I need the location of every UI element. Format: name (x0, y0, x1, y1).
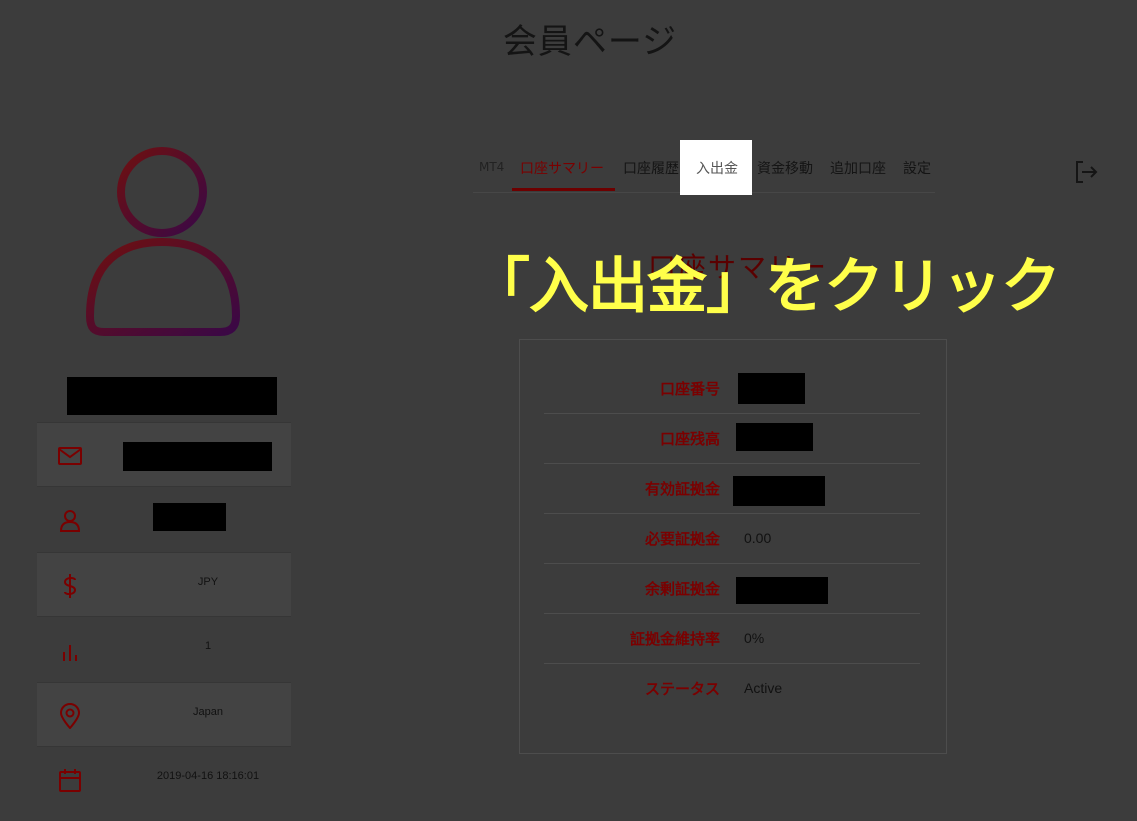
summary-row-free-margin: 余剰証拠金 (544, 564, 920, 614)
summary-label: 口座残高 (659, 430, 720, 448)
email-redacted (123, 442, 272, 471)
balance-redacted (736, 423, 813, 451)
tab-account-summary[interactable]: 口座サマリー (520, 158, 604, 178)
summary-row-required-margin: 必要証拠金 0.00 (544, 514, 920, 564)
tab-account-history[interactable]: 口座履歴 (623, 158, 679, 178)
summary-label: ステータス (644, 680, 720, 698)
page-title: 会員ページ (502, 22, 678, 62)
active-tab-indicator (512, 188, 615, 191)
tab-additional-account[interactable]: 追加口座 (830, 158, 886, 178)
info-row-user (37, 487, 291, 552)
user-icon (59, 510, 81, 532)
summary-label: 余剰証拠金 (644, 580, 720, 598)
username-redacted (153, 503, 226, 531)
member-page: 会員ページ JPY 1 Japan 2019-04-16 18:16:01 MT… (0, 0, 1137, 821)
tab-deposit-withdrawal[interactable]: 入出金 (680, 140, 752, 195)
summary-row-margin-level: 証拠金維持率 0% (544, 614, 920, 664)
equity-redacted (733, 476, 825, 506)
summary-label: 必要証拠金 (644, 530, 720, 548)
dollar-icon (63, 574, 77, 598)
logout-icon[interactable] (1073, 159, 1099, 185)
summary-row-status: ステータス Active (544, 664, 920, 714)
summary-label: 口座番号 (659, 380, 720, 398)
mail-icon (58, 447, 82, 465)
account-summary-card: 口座番号 口座残高 有効証拠金 必要証拠金 0.00 余剰証拠金 証拠金維持率 … (519, 339, 947, 754)
country-value: Japan (193, 706, 223, 718)
summary-label: 有効証拠金 (644, 480, 720, 498)
tab-fund-transfer[interactable]: 資金移動 (757, 158, 813, 178)
margin-level-value: 0% (744, 630, 765, 646)
bar-chart-icon (63, 645, 77, 661)
info-row-registered: 2019-04-16 18:16:01 (37, 747, 291, 812)
account-count-value: 1 (204, 640, 212, 652)
free-margin-redacted (736, 577, 828, 604)
registered-date-value: 2019-04-16 18:16:01 (156, 770, 260, 782)
tab-deposit-withdrawal-label: 入出金 (696, 161, 738, 177)
info-row-country: Japan (37, 682, 291, 747)
account-number-redacted (738, 373, 805, 404)
summary-row-equity: 有効証拠金 (544, 464, 920, 514)
info-row-currency: JPY (37, 552, 291, 617)
tab-mt4[interactable]: MT4 (479, 160, 504, 174)
info-row-leverage: 1 (37, 617, 291, 682)
summary-row-balance: 口座残高 (544, 414, 920, 464)
currency-value: JPY (197, 576, 219, 588)
summary-label: 証拠金維持率 (629, 630, 720, 648)
location-pin-icon (59, 703, 81, 729)
instruction-callout: 「入出金」をクリック (470, 252, 1061, 322)
summary-row-account-number: 口座番号 (544, 364, 920, 414)
info-row-email (37, 422, 291, 487)
required-margin-value: 0.00 (744, 530, 772, 546)
user-name-redacted (67, 377, 277, 415)
status-value: Active (744, 680, 783, 696)
tab-settings[interactable]: 設定 (903, 158, 931, 178)
avatar-user-icon (85, 147, 241, 336)
calendar-icon (59, 769, 81, 792)
